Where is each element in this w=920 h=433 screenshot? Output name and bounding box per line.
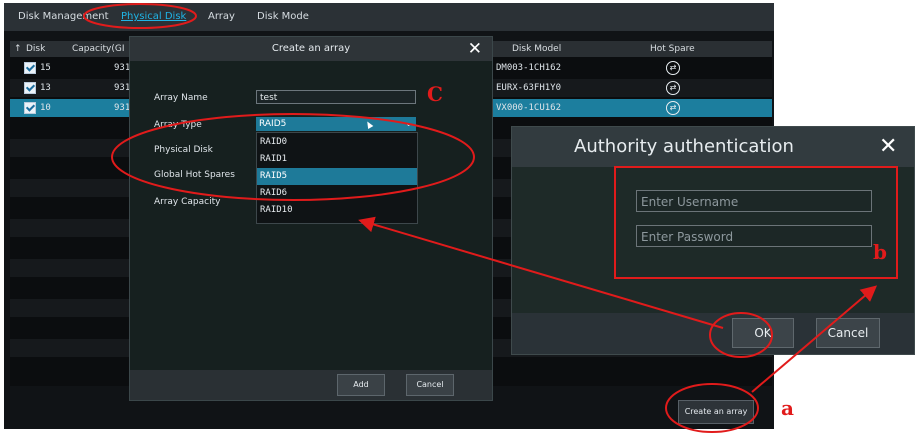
annotation-ellipse-tab bbox=[83, 3, 197, 29]
annotation-overlay bbox=[83, 3, 898, 433]
annotation-arrow-to-dialog bbox=[358, 216, 724, 329]
annotation-ellipse-create bbox=[665, 383, 759, 433]
annotation-box-credentials bbox=[614, 166, 898, 279]
annotation-ellipse-array-type bbox=[111, 113, 475, 201]
annotation-label-c: C bbox=[427, 82, 443, 106]
annotation-label-b: b bbox=[873, 240, 887, 264]
annotation-label-a: a bbox=[781, 396, 794, 420]
annotation-ellipse-ok bbox=[709, 312, 773, 358]
